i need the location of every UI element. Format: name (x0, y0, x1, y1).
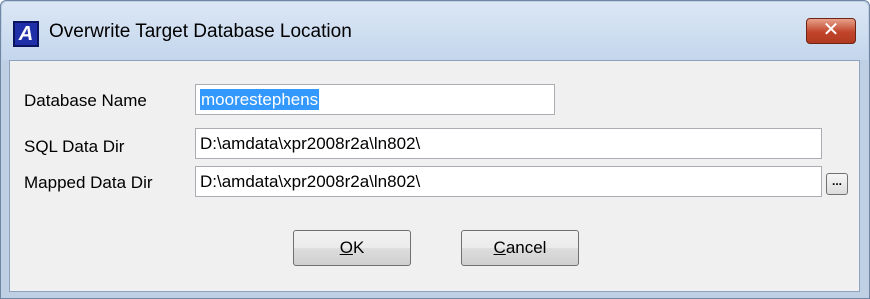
sql-data-dir-value: D:\amdata\xpr2008r2a\ln802\ (200, 134, 421, 153)
title-bar[interactable]: A Overwrite Target Database Location ✕ (2, 2, 868, 60)
ok-mnemonic: O (339, 238, 353, 257)
sql-data-dir-label: SQL Data Dir (24, 137, 125, 156)
close-icon: ✕ (822, 19, 840, 41)
app-logo-icon: A (13, 21, 39, 47)
close-button[interactable]: ✕ (806, 18, 856, 44)
ok-label-rest: K (352, 238, 365, 257)
sql-data-dir-input[interactable]: D:\amdata\xpr2008r2a\ln802\ (195, 128, 822, 159)
database-name-value: moorestephens (200, 89, 320, 110)
ok-button[interactable]: OK (293, 230, 411, 266)
mapped-data-dir-input[interactable]: D:\amdata\xpr2008r2a\ln802\ (195, 166, 822, 197)
mapped-data-dir-value: D:\amdata\xpr2008r2a\ln802\ (200, 172, 421, 191)
database-name-label: Database Name (24, 91, 147, 110)
cancel-label-rest: ancel (505, 238, 547, 257)
cancel-mnemonic: C (493, 238, 506, 257)
cancel-button[interactable]: Cancel (461, 230, 579, 266)
ellipsis-icon: ... (831, 174, 842, 188)
browse-button[interactable]: ... (826, 173, 848, 195)
mapped-data-dir-label: Mapped Data Dir (24, 173, 153, 192)
dialog-body: Database Name moorestephens SQL Data Dir… (9, 60, 860, 292)
database-name-input[interactable]: moorestephens (195, 84, 555, 115)
window-title: Overwrite Target Database Location (49, 21, 352, 42)
dialog-window: A Overwrite Target Database Location ✕ D… (0, 0, 870, 299)
